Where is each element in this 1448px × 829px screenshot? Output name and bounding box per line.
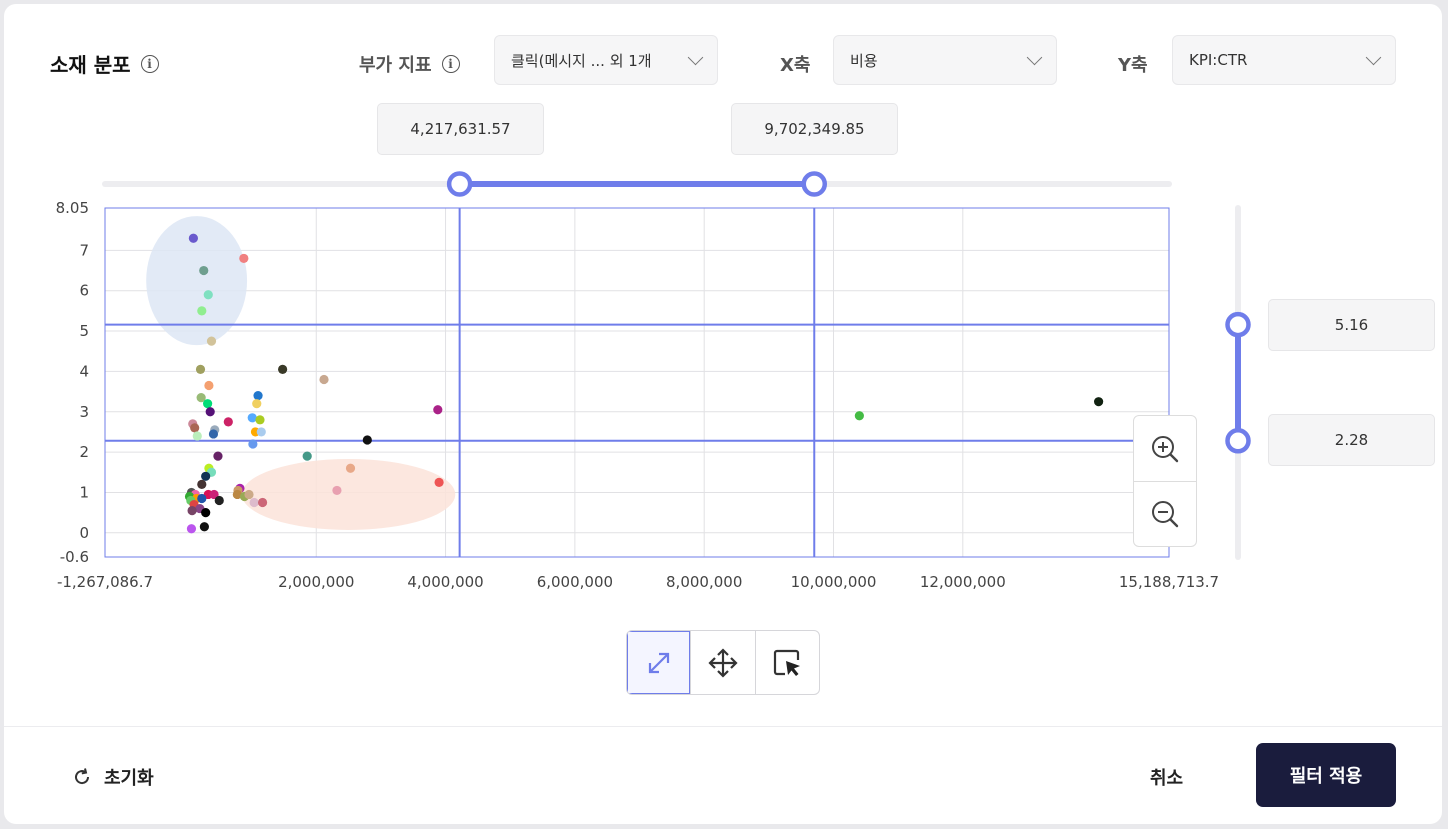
y-slider-high-handle[interactable]	[1225, 311, 1251, 338]
pan-button[interactable]	[690, 631, 754, 694]
data-point[interactable]	[244, 489, 254, 500]
data-point[interactable]	[192, 431, 202, 441]
x-slider-low-handle[interactable]	[446, 171, 473, 197]
fit-view-button[interactable]	[627, 631, 691, 694]
y-tick-label: 1	[79, 483, 89, 501]
expand-icon	[648, 652, 669, 673]
y-slider-low-handle[interactable]	[1225, 428, 1251, 454]
distribution-modal: 소재 분포 i 부가 지표 i 클릭(메시지 ... 외 1개 X축 비용 Y축…	[4, 4, 1442, 824]
data-point[interactable]	[188, 233, 198, 243]
apply-filter-button[interactable]: 필터 적용	[1256, 743, 1396, 807]
x-tick-label: 4,000,000	[407, 573, 483, 591]
data-point[interactable]	[345, 463, 356, 473]
cancel-button[interactable]: 취소	[1150, 764, 1183, 790]
data-point[interactable]	[203, 399, 213, 409]
zoom-controls	[1133, 415, 1197, 547]
data-point[interactable]	[197, 479, 207, 489]
data-point[interactable]	[197, 306, 207, 316]
move-icon	[708, 647, 738, 678]
y-tick-label: 4	[79, 362, 89, 380]
data-point[interactable]	[362, 435, 372, 445]
data-point[interactable]	[187, 506, 197, 516]
data-point[interactable]	[205, 407, 215, 417]
data-point[interactable]	[201, 508, 211, 518]
zoom-in-icon	[1152, 435, 1179, 462]
y-tick-label: 5	[79, 322, 89, 340]
refresh-icon	[75, 768, 90, 785]
data-point[interactable]	[206, 336, 217, 346]
scatter-chart[interactable]: -1,267,086.7 2,000,000 4,000,000 6,000,000 8…	[4, 4, 1442, 624]
y-tick-label: -0.6	[60, 548, 89, 566]
data-point[interactable]	[854, 411, 864, 421]
y-tick-label: 2	[79, 443, 89, 461]
select-area-button[interactable]	[754, 631, 819, 694]
data-point[interactable]	[195, 364, 206, 374]
data-point[interactable]	[204, 380, 214, 391]
zoom-out-button[interactable]	[1134, 481, 1196, 546]
select-cursor-icon	[774, 649, 801, 676]
y-tick-label: 7	[79, 241, 89, 259]
data-point[interactable]	[332, 485, 342, 496]
data-point[interactable]	[255, 415, 265, 425]
x-tick-label: 15,188,713.7	[1119, 573, 1219, 591]
data-point[interactable]	[197, 493, 207, 504]
data-point[interactable]	[256, 427, 266, 437]
x-tick-label: -1,267,086.7	[57, 573, 153, 591]
data-point[interactable]	[199, 265, 209, 276]
data-point[interactable]	[433, 405, 443, 415]
data-point[interactable]	[1094, 397, 1104, 407]
y-tick-label: 6	[79, 282, 89, 300]
data-point[interactable]	[203, 290, 213, 300]
data-point[interactable]	[278, 364, 288, 374]
reset-label: 초기화	[104, 768, 154, 789]
reset-button[interactable]: 초기화	[72, 764, 154, 790]
data-point[interactable]	[214, 495, 224, 506]
zoom-out-icon	[1152, 501, 1179, 528]
data-point[interactable]	[249, 497, 259, 508]
y-tick-label: 0	[79, 524, 89, 542]
data-point[interactable]	[434, 477, 444, 487]
data-point[interactable]	[213, 451, 223, 461]
data-point[interactable]	[190, 423, 200, 433]
data-point[interactable]	[257, 497, 268, 508]
x-tick-label: 10,000,000	[791, 573, 877, 591]
x-tick-label: 2,000,000	[278, 573, 354, 591]
y-tick-label: 3	[79, 403, 89, 421]
data-point[interactable]	[253, 391, 263, 401]
footer-divider	[4, 726, 1442, 727]
chart-mode-toolbar	[626, 630, 820, 695]
data-point[interactable]	[252, 399, 262, 409]
x-tick-label: 12,000,000	[920, 573, 1006, 591]
data-point[interactable]	[248, 439, 258, 449]
x-tick-label: 6,000,000	[537, 573, 613, 591]
data-point[interactable]	[208, 429, 219, 439]
x-tick-label: 8,000,000	[666, 573, 742, 591]
y-tick-label: 8.05	[56, 199, 89, 217]
data-point[interactable]	[223, 417, 233, 427]
data-point[interactable]	[247, 413, 257, 423]
data-point[interactable]	[199, 522, 209, 532]
data-point[interactable]	[302, 451, 312, 461]
x-slider-high-handle[interactable]	[801, 171, 828, 197]
data-point[interactable]	[186, 524, 197, 534]
data-point[interactable]	[201, 471, 211, 481]
zoom-in-button[interactable]	[1134, 416, 1196, 481]
data-point[interactable]	[239, 253, 249, 264]
data-point[interactable]	[319, 374, 329, 385]
